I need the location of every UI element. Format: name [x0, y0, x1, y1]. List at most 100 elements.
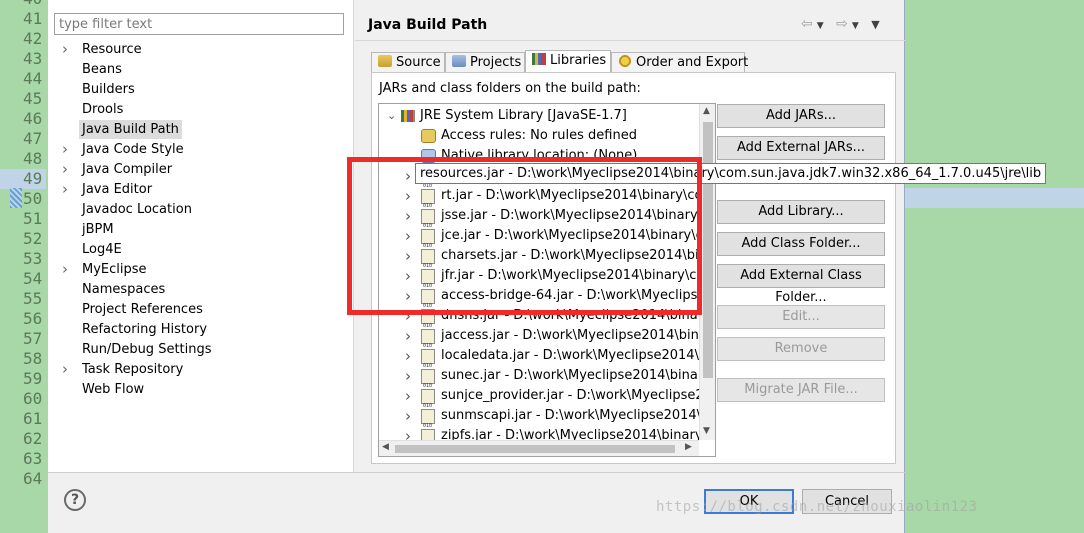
line-number: 62	[23, 429, 43, 448]
back-arrow-icon[interactable]: ⇦	[801, 16, 817, 32]
property-item[interactable]: Drools	[48, 100, 348, 120]
property-item[interactable]: Run/Debug Settings	[48, 340, 348, 360]
line-number: 51	[23, 209, 43, 228]
chevron-right-icon[interactable]: ›	[62, 40, 68, 59]
chevron-right-icon[interactable]: ›	[62, 160, 68, 179]
properties-tree: › Resource Beans Builders Drools Java Build P…	[48, 40, 348, 400]
view-menu-icon[interactable]: ▼	[871, 18, 883, 31]
help-button[interactable]: ?	[64, 489, 86, 511]
chevron-right-icon[interactable]: ›	[62, 180, 68, 199]
property-item[interactable]: › Resource	[48, 40, 348, 60]
property-item-label: Java Compiler	[82, 162, 173, 177]
line-number: 50	[23, 189, 43, 208]
forward-dropdown-icon[interactable]: ▼	[852, 21, 863, 31]
property-item[interactable]: › Java Code Style	[48, 140, 348, 160]
tab-source[interactable]: Source	[371, 52, 445, 73]
line-number: 42	[23, 29, 43, 48]
libraries-icon	[532, 53, 546, 65]
line-number: 44	[23, 69, 43, 88]
line-number: 46	[23, 109, 43, 128]
property-item[interactable]: Project References	[48, 300, 348, 320]
annotation-highlight-box	[347, 157, 702, 315]
property-item-label: Java Editor	[82, 182, 153, 197]
migrate-jar-button[interactable]: Migrate JAR File...	[717, 378, 885, 402]
property-item[interactable]: Log4E	[48, 240, 348, 260]
filter-input[interactable]	[54, 13, 344, 35]
property-item[interactable]: Java Build Path	[48, 120, 348, 140]
property-item[interactable]: › Java Editor	[48, 180, 348, 200]
property-item[interactable]: jBPM	[48, 220, 348, 240]
scroll-left-icon[interactable]: ◀	[382, 442, 389, 452]
property-item[interactable]: Beans	[48, 60, 348, 80]
forward-arrow-icon[interactable]: ⇨	[836, 16, 852, 32]
scroll-right-icon[interactable]: ▶	[685, 442, 692, 452]
tab-label: Source	[396, 55, 441, 70]
property-item[interactable]: Builders	[48, 80, 348, 100]
add-library-button[interactable]: Add Library...	[717, 200, 885, 224]
tree-node-label: Access rules: No rules defined	[441, 128, 637, 143]
add-jars-button[interactable]: Add JARs...	[717, 104, 885, 128]
line-number: 45	[23, 89, 43, 108]
line-number: 41	[23, 9, 43, 28]
library-icon	[401, 110, 415, 122]
editor-line-gutter: 4041424344454647484950515253545556575859…	[0, 0, 48, 533]
chevron-right-icon[interactable]: ›	[405, 346, 411, 366]
jar-node-label: sunjce_provider.jar - D:\work\Myeclipse2…	[441, 388, 715, 403]
property-item-label: Project References	[82, 302, 203, 317]
scroll-down-icon[interactable]: ▼	[703, 426, 710, 436]
back-dropdown-icon[interactable]: ▼	[817, 21, 828, 31]
property-item[interactable]: Javadoc Location	[48, 200, 348, 220]
breakpoint-marker	[10, 188, 22, 208]
jar-node-label: jaccess.jar - D:\work\Myeclipse2014\bina…	[441, 328, 715, 343]
chevron-right-icon[interactable]: ›	[405, 326, 411, 346]
horizontal-scrollbar[interactable]: ◀ ▶	[379, 440, 699, 456]
source-folder-icon	[378, 55, 392, 67]
watermark: https://blog.csdn.net/zhouxiaolin123	[656, 499, 978, 515]
line-number: 64	[23, 469, 43, 488]
property-item-label: Javadoc Location	[82, 202, 192, 217]
tab-libraries[interactable]: Libraries	[525, 50, 611, 73]
scroll-up-icon[interactable]: ▲	[703, 106, 710, 116]
chevron-right-icon[interactable]: ›	[62, 140, 68, 159]
property-item[interactable]: › Java Compiler	[48, 160, 348, 180]
property-item-label: Web Flow	[82, 382, 145, 397]
chevron-right-icon[interactable]: ›	[62, 260, 68, 279]
line-number: 43	[23, 49, 43, 68]
property-item[interactable]: Refactoring History	[48, 320, 348, 340]
edit-button[interactable]: Edit...	[717, 305, 885, 329]
property-item[interactable]: Web Flow	[48, 380, 348, 400]
scrollbar-thumb[interactable]	[395, 445, 675, 453]
add-class-folder-button[interactable]: Add Class Folder...	[717, 232, 885, 256]
tab-projects[interactable]: Projects	[445, 52, 525, 73]
property-item-label: Namespaces	[82, 282, 166, 297]
jar-node-label: sunmscapi.jar - D:\work\Myeclipse2014\bi…	[441, 408, 715, 423]
jar-icon	[421, 389, 435, 416]
line-number: 63	[23, 449, 43, 468]
tab-order-and-export[interactable]: Order and Export	[611, 52, 749, 73]
scrollbar-thumb[interactable]	[703, 122, 713, 378]
jar-icon	[421, 369, 435, 396]
chevron-right-icon[interactable]: ›	[405, 366, 411, 386]
add-external-jars-button[interactable]: Add External JARs...	[717, 136, 885, 160]
chevron-down-icon[interactable]: ⌄	[387, 106, 396, 126]
editor-background	[905, 0, 1084, 533]
line-number: 57	[23, 329, 43, 348]
property-item[interactable]: Namespaces	[48, 280, 348, 300]
chevron-right-icon[interactable]: ›	[62, 360, 68, 379]
property-item[interactable]: › MyEclipse	[48, 260, 348, 280]
line-number: 52	[23, 229, 43, 248]
property-item[interactable]: › Task Repository	[48, 360, 348, 380]
chevron-right-icon[interactable]: ›	[405, 406, 411, 426]
line-number: 47	[23, 129, 43, 148]
property-item-label: Refactoring History	[82, 322, 208, 337]
property-item-label: Beans	[82, 62, 122, 77]
page-title: Java Build Path	[368, 17, 488, 33]
tab-label: Order and Export	[636, 55, 749, 70]
property-item-label: Log4E	[82, 242, 122, 257]
line-number: 53	[23, 249, 43, 268]
chevron-right-icon[interactable]: ›	[405, 386, 411, 406]
remove-button[interactable]: Remove	[717, 337, 885, 361]
title-separator	[355, 40, 905, 41]
add-external-class-folder-button[interactable]: Add External Class Folder...	[717, 264, 885, 305]
jar-node-label: localedata.jar - D:\work\Myeclipse2014\b…	[441, 348, 715, 363]
